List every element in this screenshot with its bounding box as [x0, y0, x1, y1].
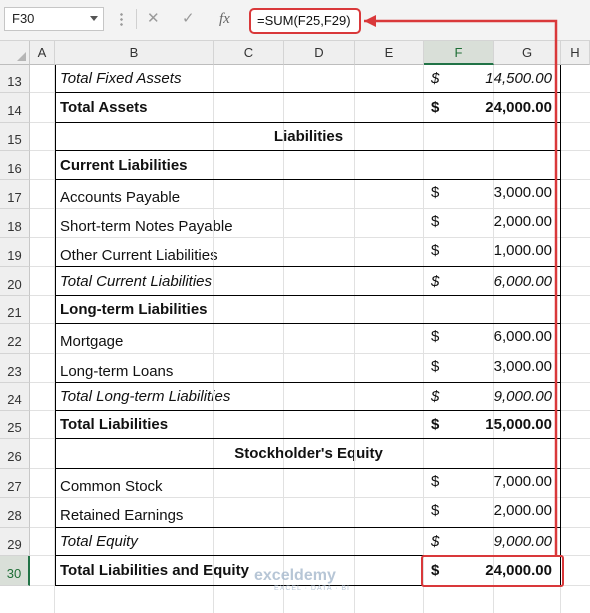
- reference-arrow: [364, 15, 558, 556]
- watermark-logo: exceldemy EXCEL · DATA · BI: [254, 567, 350, 592]
- arrow-line: [364, 19, 558, 556]
- watermark-tagline: EXCEL · DATA · BI: [274, 585, 350, 592]
- arrow-head-icon: [364, 15, 376, 27]
- watermark-brand: exceldemy: [254, 567, 336, 584]
